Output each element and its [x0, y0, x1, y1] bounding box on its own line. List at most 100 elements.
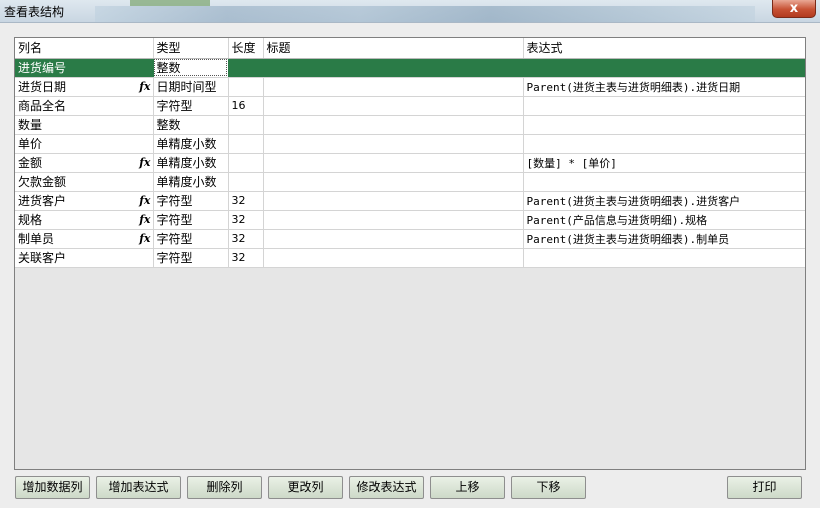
modify-expression-button[interactable]: 修改表达式 — [349, 476, 424, 499]
cell-column-title[interactable] — [263, 96, 524, 116]
cell-column-type[interactable]: 整数 — [153, 58, 229, 78]
cell-column-expression[interactable] — [523, 248, 805, 268]
cell-column-name[interactable]: 欠款金额 — [15, 172, 154, 192]
cell-column-length[interactable]: 16 — [228, 96, 264, 116]
cell-column-name[interactable]: 制单员 fx — [15, 229, 154, 249]
cell-column-name[interactable]: 数量 — [15, 115, 154, 135]
cell-column-type[interactable]: 单精度小数 — [153, 172, 229, 192]
cell-column-title[interactable] — [263, 191, 524, 211]
table-row[interactable]: 欠款金额 单精度小数 — [15, 172, 805, 192]
cell-column-name[interactable]: 金额 fx — [15, 153, 154, 173]
move-down-button[interactable]: 下移 — [511, 476, 586, 499]
cell-column-expression[interactable] — [523, 134, 805, 154]
cell-column-name[interactable]: 进货日期 fx — [15, 77, 154, 97]
cell-column-title[interactable] — [263, 153, 524, 173]
column-name-text: 欠款金额 — [18, 175, 67, 189]
cell-column-name[interactable]: 进货客户 fx — [15, 191, 154, 211]
column-header-length[interactable]: 长度 — [228, 38, 264, 59]
cell-column-title[interactable] — [263, 172, 524, 192]
column-name-text: 关联客户 — [18, 251, 67, 265]
cell-column-length[interactable]: 32 — [228, 191, 264, 211]
column-header-type[interactable]: 类型 — [153, 38, 229, 59]
cell-column-length[interactable]: 32 — [228, 210, 264, 230]
cell-column-type[interactable]: 字符型 — [153, 96, 229, 116]
formula-fx-icon: fx — [139, 212, 151, 226]
add-data-column-button[interactable]: 增加数据列 — [15, 476, 90, 499]
table-row[interactable]: 金额 fx 单精度小数 [数量] * [单价] — [15, 153, 805, 173]
column-name-text: 金额 — [18, 156, 43, 170]
cell-column-type[interactable]: 单精度小数 — [153, 134, 229, 154]
table-row[interactable]: 关联客户 字符型 32 — [15, 248, 805, 268]
cell-column-type[interactable]: 字符型 — [153, 248, 229, 268]
table-row[interactable]: 进货客户 fx 字符型 32 Parent(进货主表与进货明细表).进货客户 — [15, 191, 805, 211]
cell-column-expression[interactable]: [数量] * [单价] — [523, 153, 805, 173]
cell-column-type[interactable]: 单精度小数 — [153, 153, 229, 173]
cell-column-expression[interactable]: Parent(进货主表与进货明细表).制单员 — [523, 229, 805, 249]
column-name-text: 进货日期 — [18, 80, 67, 94]
cell-column-length[interactable] — [228, 77, 264, 97]
cell-column-type[interactable]: 整数 — [153, 115, 229, 135]
cell-column-name[interactable]: 商品全名 — [15, 96, 154, 116]
column-header-title[interactable]: 标题 — [263, 38, 524, 59]
cell-column-name[interactable]: 单价 — [15, 134, 154, 154]
title-bar: 查看表结构 x — [0, 0, 820, 23]
cell-column-expression[interactable] — [523, 96, 805, 116]
cell-column-expression[interactable] — [523, 172, 805, 192]
cell-column-length[interactable] — [228, 115, 264, 135]
add-expression-button[interactable]: 增加表达式 — [96, 476, 181, 499]
cell-column-length[interactable]: 32 — [228, 248, 264, 268]
cell-column-type[interactable]: 日期时间型 — [153, 77, 229, 97]
cell-column-name[interactable]: 关联客户 — [15, 248, 154, 268]
column-name-text: 进货客户 — [18, 194, 67, 208]
cell-column-title[interactable] — [263, 58, 524, 78]
cell-column-expression[interactable]: Parent(进货主表与进货明细表).进货日期 — [523, 77, 805, 97]
cell-column-expression[interactable]: Parent(产品信息与进货明细).规格 — [523, 210, 805, 230]
cell-column-length[interactable] — [228, 58, 264, 78]
background-tab-highlight — [130, 0, 210, 6]
cell-column-type[interactable]: 字符型 — [153, 229, 229, 249]
column-header-expression[interactable]: 表达式 — [523, 38, 805, 59]
formula-fx-icon: fx — [139, 79, 151, 93]
cell-column-title[interactable] — [263, 115, 524, 135]
delete-column-button[interactable]: 删除列 — [187, 476, 262, 499]
table-row[interactable]: 进货日期 fx 日期时间型 Parent(进货主表与进货明细表).进货日期 — [15, 77, 805, 97]
column-name-text: 进货编号 — [18, 61, 67, 75]
column-name-text: 规格 — [18, 213, 43, 227]
cell-column-title[interactable] — [263, 210, 524, 230]
table-row[interactable]: 商品全名 字符型 16 — [15, 96, 805, 116]
background-window-strip — [95, 6, 755, 22]
window-title: 查看表结构 — [4, 5, 65, 19]
formula-fx-icon: fx — [139, 155, 151, 169]
cell-column-title[interactable] — [263, 229, 524, 249]
cell-column-expression[interactable] — [523, 115, 805, 135]
cell-column-length[interactable] — [228, 153, 264, 173]
formula-fx-icon: fx — [139, 231, 151, 245]
column-name-text: 数量 — [18, 118, 43, 132]
cell-column-length[interactable] — [228, 172, 264, 192]
table-structure-grid[interactable]: 列名 类型 长度 标题 表达式 进货编号 整数 进货日期 fx 日期时间型 Parent(… — [14, 37, 806, 470]
move-up-button[interactable]: 上移 — [430, 476, 505, 499]
cell-column-expression[interactable] — [523, 58, 805, 78]
table-row[interactable]: 进货编号 整数 — [15, 58, 805, 78]
cell-column-title[interactable] — [263, 134, 524, 154]
cell-column-type[interactable]: 字符型 — [153, 210, 229, 230]
cell-column-length[interactable]: 32 — [228, 229, 264, 249]
column-header-name[interactable]: 列名 — [15, 38, 154, 59]
cell-column-name[interactable]: 进货编号 — [15, 58, 154, 78]
table-row[interactable]: 规格 fx 字符型 32 Parent(产品信息与进货明细).规格 — [15, 210, 805, 230]
column-name-text: 单价 — [18, 137, 43, 151]
close-button[interactable]: x — [772, 0, 816, 18]
print-button[interactable]: 打印 — [727, 476, 802, 499]
table-row[interactable]: 单价 单精度小数 — [15, 134, 805, 154]
table-row[interactable]: 制单员 fx 字符型 32 Parent(进货主表与进货明细表).制单员 — [15, 229, 805, 249]
table-row[interactable]: 数量 整数 — [15, 115, 805, 135]
cell-column-expression[interactable]: Parent(进货主表与进货明细表).进货客户 — [523, 191, 805, 211]
grid-body: 进货编号 整数 进货日期 fx 日期时间型 Parent(进货主表与进货明细表).进货日期… — [15, 58, 805, 268]
cell-column-title[interactable] — [263, 248, 524, 268]
cell-column-name[interactable]: 规格 fx — [15, 210, 154, 230]
cell-column-type[interactable]: 字符型 — [153, 191, 229, 211]
change-column-button[interactable]: 更改列 — [268, 476, 343, 499]
cell-column-length[interactable] — [228, 134, 264, 154]
formula-fx-icon: fx — [139, 193, 151, 207]
cell-column-title[interactable] — [263, 77, 524, 97]
